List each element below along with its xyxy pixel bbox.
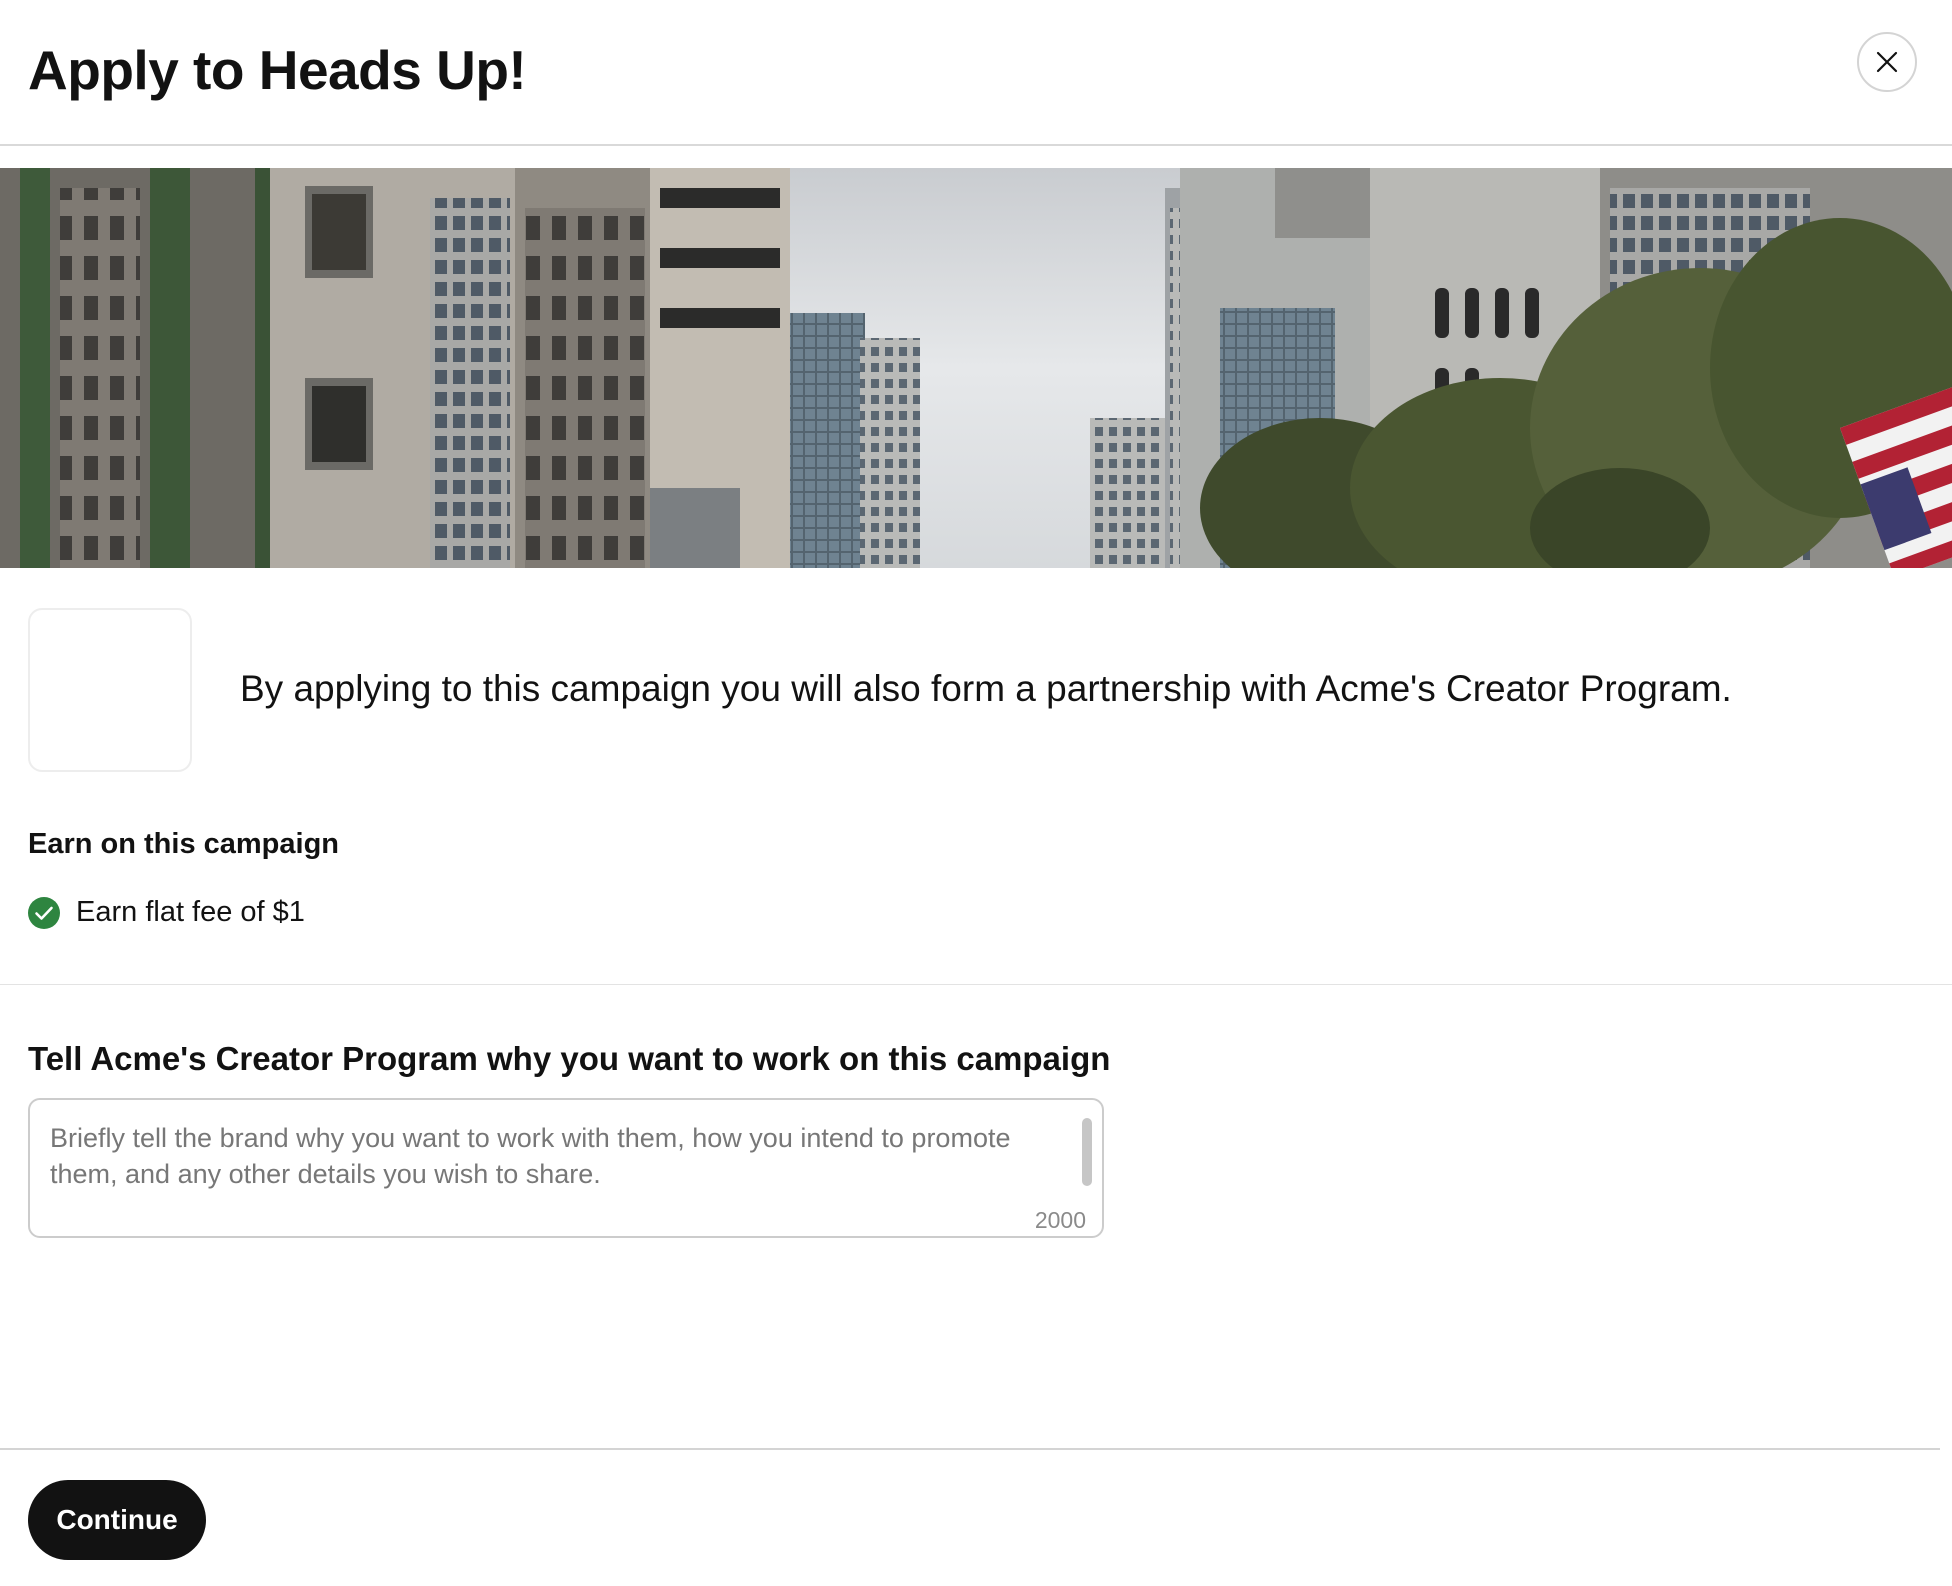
message-textarea[interactable] [50, 1120, 1050, 1200]
message-field: 2000 [28, 1098, 1104, 1238]
character-limit: 2000 [1034, 1207, 1086, 1233]
brand-logo [28, 608, 192, 772]
continue-button[interactable]: Continue [28, 1480, 206, 1560]
section-divider [0, 984, 1952, 985]
partnership-notice: By applying to this campaign you will al… [240, 668, 1732, 709]
message-heading: Tell Acme's Creator Program why you want… [28, 1040, 1111, 1077]
footer-divider [0, 1448, 1940, 1450]
earn-item-label: Earn flat fee of $1 [76, 896, 305, 928]
textarea-scrollbar[interactable] [1082, 1118, 1092, 1186]
check-circle-icon [28, 896, 60, 929]
campaign-banner-image [0, 168, 1952, 568]
earn-heading: Earn on this campaign [28, 828, 339, 860]
modal-header: Apply to Heads Up! [0, 0, 1952, 146]
close-icon [1876, 51, 1898, 73]
earn-item: Earn flat fee of $1 [28, 896, 305, 929]
modal-title: Apply to Heads Up! [28, 39, 527, 101]
close-button[interactable] [1857, 32, 1917, 92]
apply-modal: Apply to Heads Up! By applying to this c… [0, 0, 1952, 1586]
